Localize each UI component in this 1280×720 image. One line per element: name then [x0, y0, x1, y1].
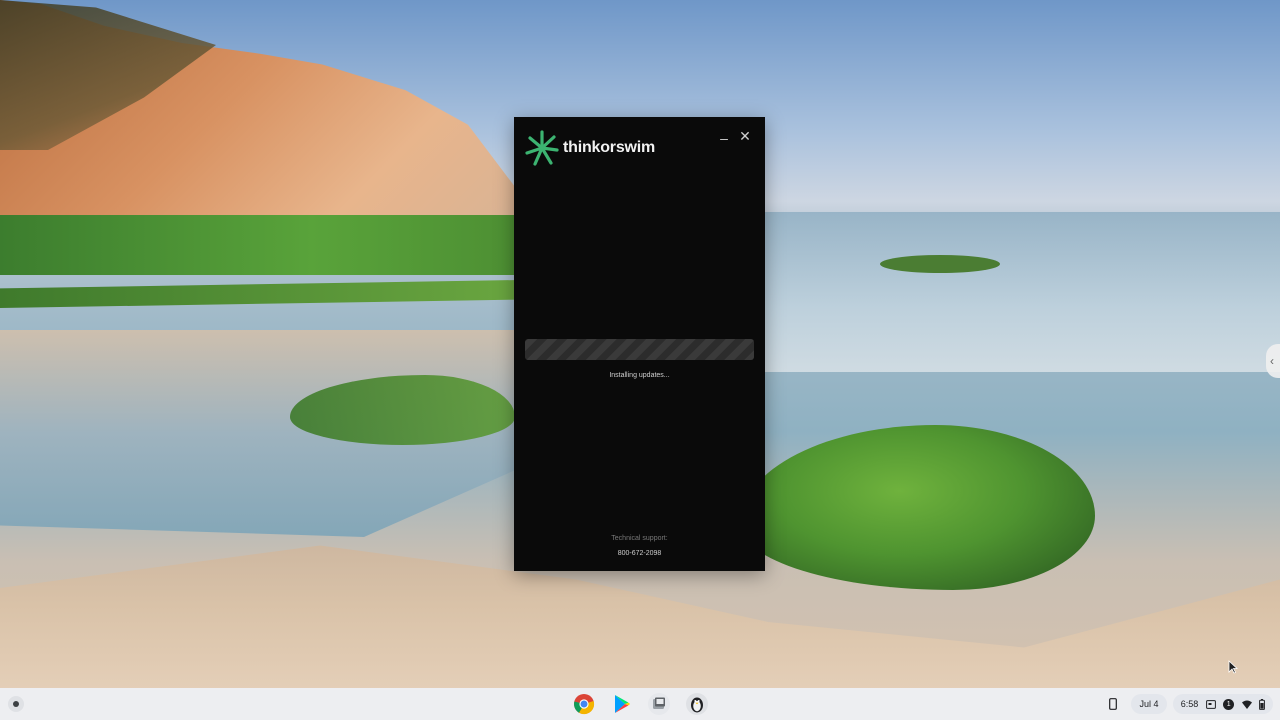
wallpaper-far-rock — [880, 255, 1000, 273]
thinkorswim-splash-window[interactable]: thinkorswim – ✕ Installing updates... Te… — [514, 117, 765, 571]
shelf-app-play-store[interactable] — [611, 693, 633, 715]
side-panel-handle[interactable]: ‹ — [1266, 344, 1280, 378]
wallpaper-sea — [765, 212, 1280, 372]
shelf: Jul 4 6:58 1 — [0, 688, 1280, 720]
files-icon — [653, 697, 665, 709]
launcher-button[interactable] — [8, 696, 24, 712]
notification-badge: 1 — [1223, 698, 1235, 710]
play-store-icon — [615, 695, 630, 713]
chrome-icon — [574, 694, 595, 715]
shelf-app-chrome[interactable] — [573, 693, 595, 715]
status-text: Installing updates... — [609, 372, 670, 379]
support-phone: 800-672-2098 — [617, 550, 662, 557]
phone-hub-button[interactable] — [1104, 694, 1122, 714]
progress-bar — [525, 339, 754, 360]
screen-capture-icon — [1205, 699, 1216, 709]
launcher-icon — [13, 701, 19, 707]
wallpaper-mossy-rock — [740, 425, 1095, 590]
battery-icon — [1259, 698, 1266, 710]
status-area[interactable]: 6:58 1 — [1173, 694, 1273, 714]
brand-name: thinkorswim — [563, 139, 656, 156]
penguin-icon — [691, 697, 703, 713]
thinkorswim-logo-icon — [525, 129, 559, 167]
date-tray[interactable]: Jul 4 — [1131, 694, 1167, 714]
brand-logo: thinkorswim — [525, 129, 655, 167]
phone-icon — [1109, 698, 1117, 710]
wallpaper-moss-band — [0, 215, 520, 275]
shelf-app-files[interactable] — [648, 693, 670, 715]
mouse-cursor-icon — [1228, 660, 1238, 674]
wallpaper-tide-pool — [0, 330, 520, 537]
chevron-left-icon: ‹ — [1270, 354, 1274, 368]
wifi-icon — [1241, 700, 1252, 709]
shelf-app-linux[interactable] — [686, 693, 708, 715]
time-text: 6:58 — [1180, 699, 1199, 709]
support-label: Technical support: — [611, 535, 668, 542]
date-text: Jul 4 — [1139, 699, 1159, 709]
wallpaper-moss-band-lower — [0, 280, 520, 308]
close-button[interactable]: ✕ — [738, 129, 752, 143]
minimize-button[interactable]: – — [717, 131, 731, 145]
